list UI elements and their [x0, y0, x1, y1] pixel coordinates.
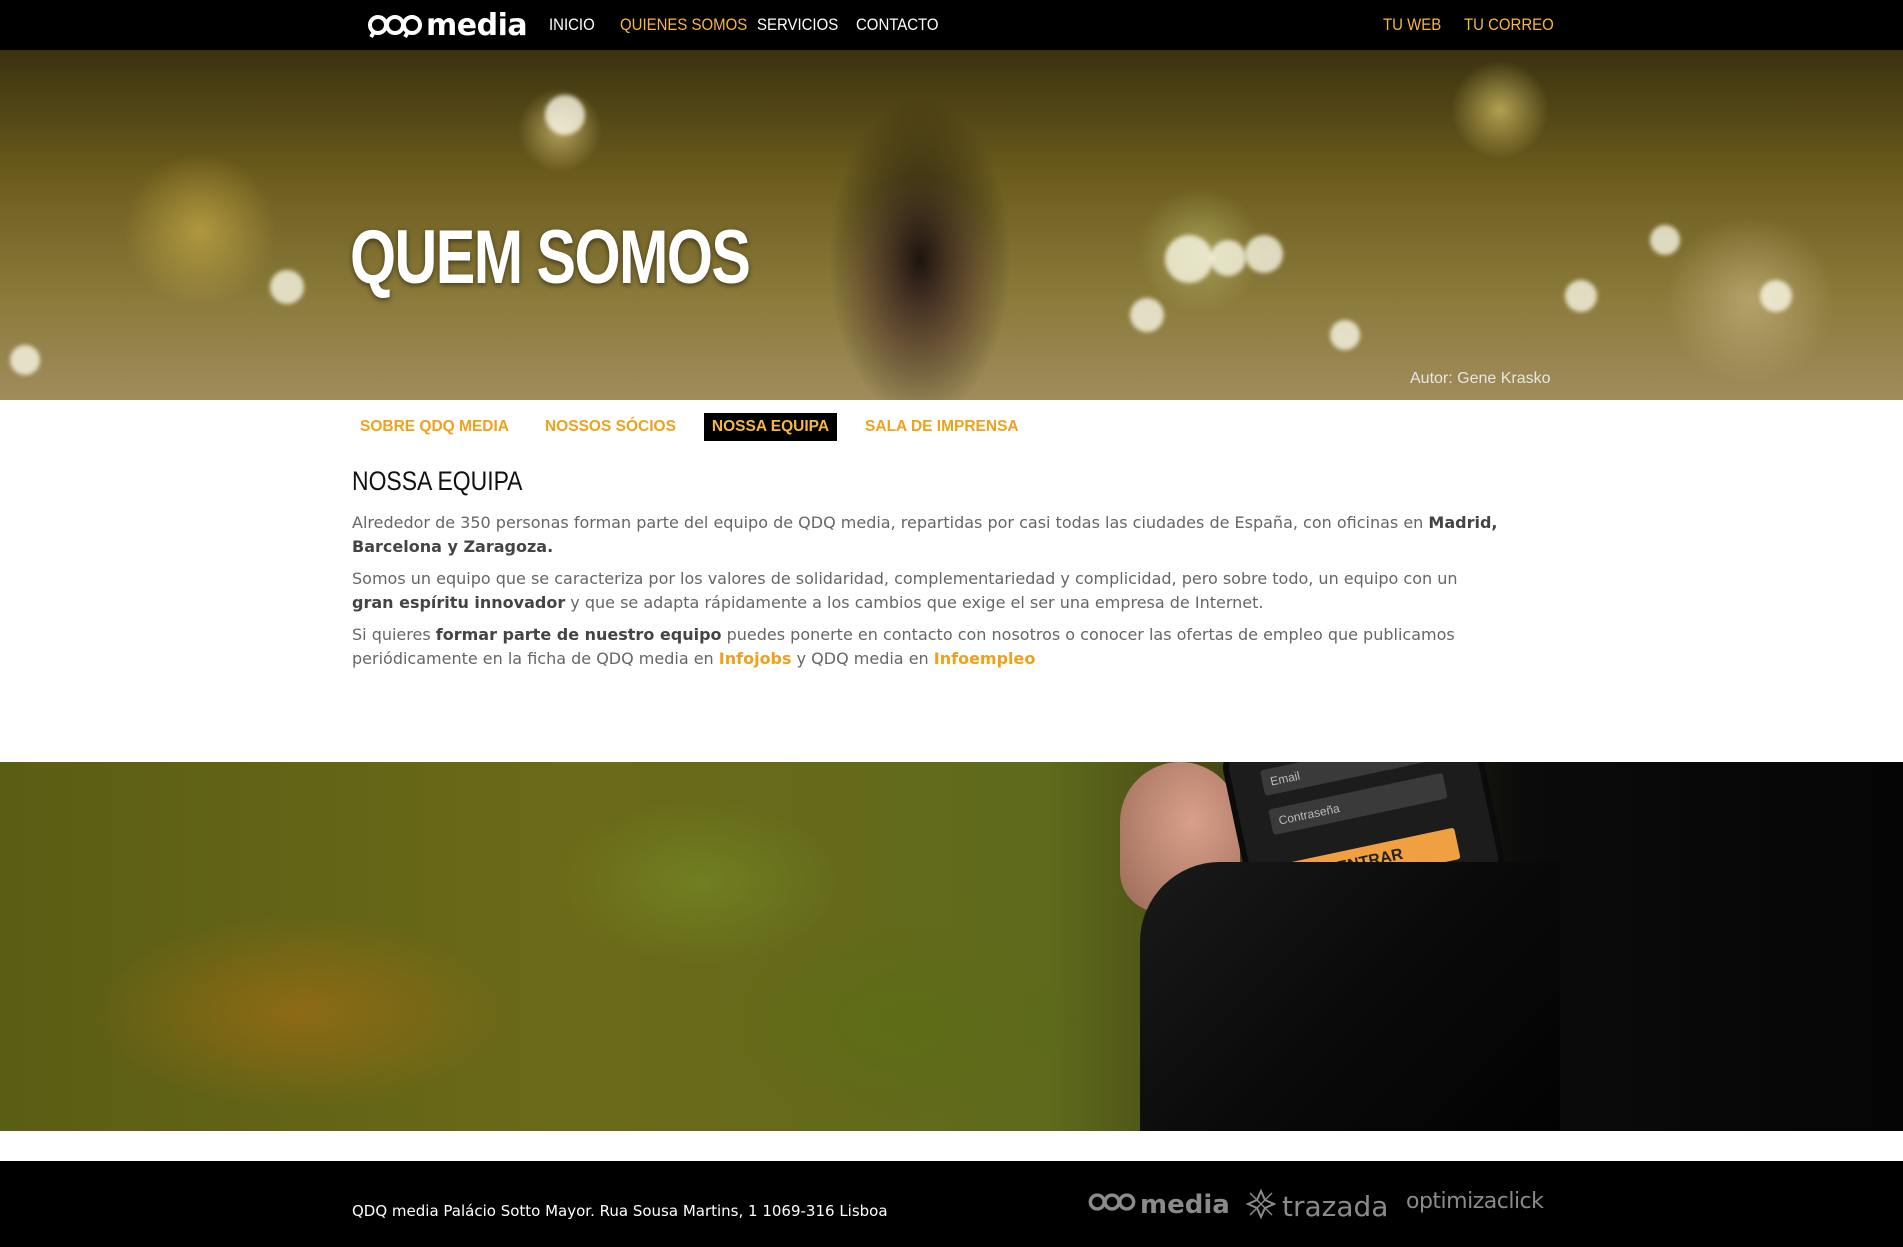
nav-slot-5: TU WEB — [1383, 0, 1449, 50]
bokeh-light — [1760, 280, 1792, 312]
footer-logo-optimizaclick-text: optimizaclick — [1406, 1189, 1544, 1214]
nav-slot-6: TU CORREO — [1464, 0, 1566, 50]
p3-bold: formar parte de nuestro equipo — [435, 625, 722, 644]
paragraph-2: Somos un equipo que se caracteriza por l… — [352, 567, 1502, 614]
nav-slot-4: CONTACTO — [856, 0, 950, 50]
tab-sala-de-imprensa[interactable]: SALA DE IMPRENSA — [857, 413, 1027, 441]
bokeh-light — [1245, 235, 1283, 273]
footer-logo-trazada-text: trazada — [1282, 1190, 1389, 1223]
tab-nossa-equipa[interactable]: NOSSA EQUIPA — [703, 413, 838, 441]
section-tabs: SOBRE QDQ MEDIA NOSSOS SÓCIOS NOSSA EQUI… — [352, 413, 1047, 441]
bokeh-light — [1650, 225, 1680, 255]
bokeh-light — [1165, 235, 1213, 283]
qdq-logo-icon — [368, 10, 422, 40]
qdq-logo-icon — [1088, 1189, 1136, 1220]
bokeh-light — [1565, 280, 1597, 312]
nav-tu-web[interactable]: TU WEB — [1383, 15, 1441, 35]
main-nav: INICIO — [549, 0, 601, 50]
trazada-icon — [1245, 1188, 1277, 1224]
bokeh-light — [545, 95, 585, 135]
footer-trazada-logo[interactable]: trazada — [1245, 1188, 1389, 1224]
p2-text: Somos un equipo que se caracteriza por l… — [352, 569, 1458, 588]
logo-text: media — [426, 7, 528, 43]
phone-photo-band: Email Contraseña ENTRAR — [0, 762, 1903, 1131]
p2-bold: gran espíritu innovador — [352, 592, 566, 612]
tab-nossos-socios[interactable]: NOSSOS SÓCIOS — [537, 413, 684, 441]
page-title: QUEM SOMOS — [350, 215, 751, 300]
hero-banner: QUEM SOMOS Autor: Gene Krasko — [0, 50, 1903, 400]
nav-slot-2: QUIENES SOMOS — [620, 0, 765, 50]
nav-tu-correo[interactable]: TU CORREO — [1464, 15, 1554, 35]
main-content: NOSSA EQUIPA Alrededor de 350 personas f… — [352, 466, 1502, 679]
section-heading: NOSSA EQUIPA — [352, 466, 523, 496]
tab-sobre-qdq-media[interactable]: SOBRE QDQ MEDIA — [352, 413, 517, 441]
bokeh-light — [1210, 240, 1246, 276]
p1-text: Alrededor de 350 personas forman parte d… — [352, 513, 1429, 532]
nav-slot-3: SERVICIOS — [757, 0, 849, 50]
bokeh-light — [10, 345, 40, 375]
footer-optimizaclick-logo[interactable]: optimizaclick — [1406, 1189, 1544, 1214]
footer-address: QDQ media Palácio Sotto Mayor. Rua Sousa… — [352, 1202, 888, 1220]
paragraph-1: Alrededor de 350 personas forman parte d… — [352, 511, 1502, 558]
sleeve-shape — [1140, 862, 1560, 1131]
infojobs-link[interactable]: Infojobs — [719, 649, 792, 668]
bokeh-light — [1130, 298, 1164, 332]
p3-text: Si quieres — [352, 625, 436, 644]
footer-logo-media-text: media — [1140, 1189, 1230, 1220]
infoempleo-link[interactable]: Infoempleo — [934, 649, 1036, 668]
photo-credit: Autor: Gene Krasko — [1410, 370, 1551, 387]
footer-qdq-media-logo[interactable]: media — [1088, 1189, 1230, 1220]
nav-contacto[interactable]: CONTACTO — [856, 15, 939, 35]
nav-inicio[interactable]: INICIO — [549, 15, 595, 35]
p2-text-end: y que se adapta rápidamente a los cambio… — [565, 592, 1264, 612]
footer: QDQ media Palácio Sotto Mayor. Rua Sousa… — [0, 1161, 1903, 1247]
qdq-media-logo[interactable]: media — [368, 6, 528, 44]
nav-servicios[interactable]: SERVICIOS — [757, 15, 838, 35]
nav-quienes-somos[interactable]: QUIENES SOMOS — [620, 15, 747, 35]
top-navbar: media INICIO QUIENES SOMOS SERVICIOS CON… — [0, 0, 1903, 50]
p3-text-joiner: y QDQ media en — [791, 648, 934, 668]
bokeh-light — [270, 270, 304, 304]
bokeh-light — [1330, 320, 1360, 350]
paragraph-3: Si quieres formar parte de nuestro equip… — [352, 623, 1502, 670]
